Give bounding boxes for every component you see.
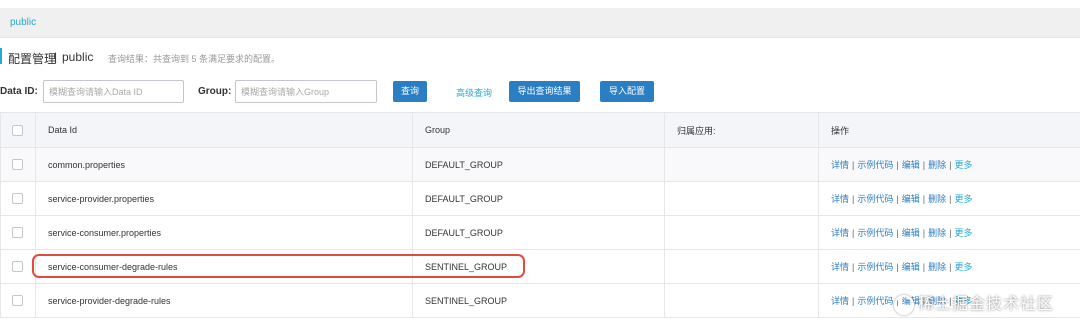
advanced-query-link[interactable]: 高级查询 xyxy=(456,86,492,99)
edit-link[interactable]: 编辑 xyxy=(902,262,920,272)
delete-link[interactable]: 删除 xyxy=(928,262,946,272)
edit-link[interactable]: 编辑 xyxy=(902,194,920,204)
page-title: 配置管理 xyxy=(8,52,57,66)
group-label: Group: xyxy=(198,86,232,97)
row-checkbox[interactable] xyxy=(12,227,23,239)
sample-code-link[interactable]: 示例代码 xyxy=(857,262,893,272)
row-select-cell xyxy=(0,215,36,250)
namespace-bar: public xyxy=(0,8,1080,38)
detail-link[interactable]: 详情 xyxy=(831,296,849,306)
app-cell xyxy=(664,147,819,182)
sample-code-link[interactable]: 示例代码 xyxy=(857,194,893,204)
title-separator: | xyxy=(54,50,58,64)
edit-link[interactable]: 编辑 xyxy=(902,160,920,170)
more-link[interactable]: 更多 xyxy=(954,228,972,238)
data-id-input[interactable] xyxy=(43,80,184,103)
actions-cell: 详情 | 示例代码 | 编辑 | 删除 | 更多 xyxy=(818,147,1080,182)
column-header-app: 归属应用: xyxy=(664,112,819,148)
data-id-cell: service-provider-degrade-rules xyxy=(35,283,413,318)
search-bar: Data ID: Group: 查询 高级查询 导出查询结果 导入配置 xyxy=(0,80,1080,104)
detail-link[interactable]: 详情 xyxy=(831,262,849,272)
delete-link[interactable]: 删除 xyxy=(928,160,946,170)
actions-cell: 详情 | 示例代码 | 编辑 | 删除 | 更多 xyxy=(818,181,1080,216)
row-checkbox[interactable] xyxy=(12,193,23,205)
app-cell xyxy=(664,283,819,318)
sample-code-link[interactable]: 示例代码 xyxy=(857,228,893,238)
actions-cell: 详情 | 示例代码 | 编辑 | 删除 | 更多 xyxy=(818,215,1080,250)
config-table: Data Id Group 归属应用: 操作 common.properties… xyxy=(0,112,1080,318)
table-row: service-consumer-degrade-rules SENTINEL_… xyxy=(0,249,1080,284)
group-cell: SENTINEL_GROUP xyxy=(412,249,665,284)
table-row: service-consumer.properties DEFAULT_GROU… xyxy=(0,215,1080,250)
data-id-cell: service-consumer.properties xyxy=(35,215,413,250)
row-select-cell xyxy=(0,249,36,284)
watermark-logo-icon xyxy=(894,294,914,315)
row-select-cell xyxy=(0,147,36,182)
detail-link[interactable]: 详情 xyxy=(831,160,849,170)
column-header-actions: 操作 xyxy=(818,112,1080,148)
query-result-text: 查询结果：共查询到 5 条满足要求的配置。 xyxy=(108,54,281,64)
select-all-checkbox[interactable] xyxy=(12,124,23,136)
sample-code-link[interactable]: 示例代码 xyxy=(857,296,893,306)
query-button[interactable]: 查询 xyxy=(393,81,427,102)
table-row: common.properties DEFAULT_GROUP 详情 | 示例代码 |… xyxy=(0,147,1080,182)
group-cell: SENTINEL_GROUP xyxy=(412,283,665,318)
row-checkbox[interactable] xyxy=(12,261,23,273)
more-link[interactable]: 更多 xyxy=(954,262,972,272)
group-cell: DEFAULT_GROUP xyxy=(412,215,665,250)
namespace-tab-public[interactable]: public xyxy=(10,17,36,28)
app-cell xyxy=(664,215,819,250)
detail-link[interactable]: 详情 xyxy=(831,194,849,204)
group-cell: DEFAULT_GROUP xyxy=(412,147,665,182)
select-all-cell xyxy=(0,112,36,148)
more-link[interactable]: 更多 xyxy=(954,160,972,170)
watermark: 稀土掘金技术社区 xyxy=(894,290,1054,315)
delete-link[interactable]: 删除 xyxy=(928,194,946,204)
more-link[interactable]: 更多 xyxy=(954,194,972,204)
title-namespace: public xyxy=(62,50,94,64)
table-header-row: Data Id Group 归属应用: 操作 xyxy=(0,112,1080,148)
group-input[interactable] xyxy=(235,80,377,103)
delete-link[interactable]: 删除 xyxy=(928,228,946,238)
sample-code-link[interactable]: 示例代码 xyxy=(857,160,893,170)
actions-cell: 详情 | 示例代码 | 编辑 | 删除 | 更多 xyxy=(818,249,1080,284)
row-select-cell xyxy=(0,283,36,318)
edit-link[interactable]: 编辑 xyxy=(902,228,920,238)
table-row: service-provider.properties DEFAULT_GROU… xyxy=(0,181,1080,216)
data-id-cell: service-provider.properties xyxy=(35,181,413,216)
page-header: 配置管理 | public 查询结果：共查询到 5 条满足要求的配置。 xyxy=(0,46,1080,66)
data-id-cell: common.properties xyxy=(35,147,413,182)
row-checkbox[interactable] xyxy=(12,295,23,307)
export-button[interactable]: 导出查询结果 xyxy=(509,81,580,102)
column-header-group: Group xyxy=(412,112,665,148)
row-select-cell xyxy=(0,181,36,216)
data-id-label: Data ID: xyxy=(0,86,38,97)
detail-link[interactable]: 详情 xyxy=(831,228,849,238)
title-accent-bar xyxy=(0,48,2,64)
watermark-text: 稀土掘金技术社区 xyxy=(918,296,1055,313)
row-checkbox[interactable] xyxy=(12,159,23,171)
app-cell xyxy=(664,181,819,216)
data-id-cell: service-consumer-degrade-rules xyxy=(35,249,413,284)
import-button[interactable]: 导入配置 xyxy=(600,81,654,102)
group-cell: DEFAULT_GROUP xyxy=(412,181,665,216)
column-header-data-id: Data Id xyxy=(35,112,413,148)
app-cell xyxy=(664,249,819,284)
